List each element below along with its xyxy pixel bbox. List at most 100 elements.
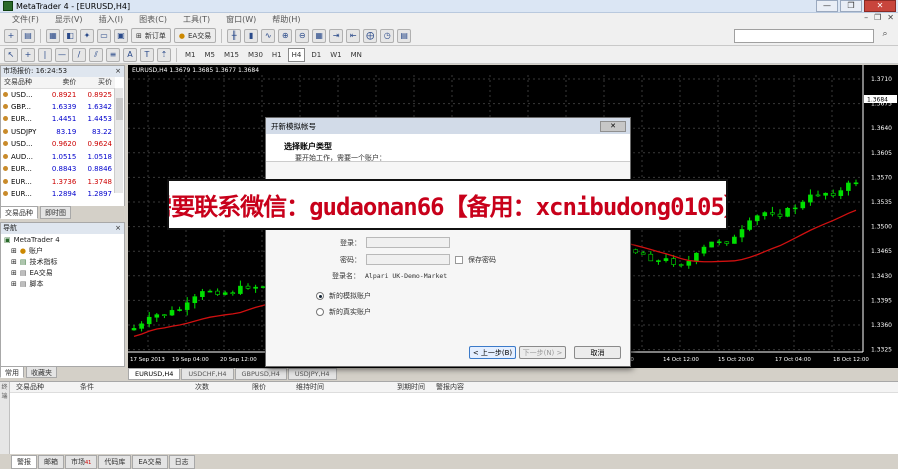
column-ask[interactable]: 买价 xyxy=(79,77,115,89)
timeframe-h1[interactable]: H1 xyxy=(269,48,285,62)
chart-shift-icon[interactable]: ⇤ xyxy=(346,28,361,43)
tab-favorites[interactable]: 收藏夹 xyxy=(26,366,57,378)
cancel-button[interactable]: 取消 xyxy=(574,346,621,359)
templates-icon[interactable]: ▤ xyxy=(397,28,412,43)
minimize-button[interactable]: — xyxy=(816,0,838,12)
market-watch-row[interactable]: EUR... 1.2894 1.2897 xyxy=(1,188,115,201)
data-window-icon[interactable]: ◧ xyxy=(63,28,77,43)
column-symbol[interactable]: 交易品种 xyxy=(1,77,44,89)
tab-journal[interactable]: 日志 xyxy=(168,454,195,469)
fibonacci-icon[interactable]: ≡ xyxy=(106,47,120,62)
menu-insert[interactable]: 插入(I) xyxy=(91,14,132,25)
chart-tab-eurusd[interactable]: EURUSD,H4 xyxy=(128,368,181,380)
option-new-demo[interactable]: 新的模拟账户 xyxy=(316,291,371,301)
save-password-checkbox[interactable] xyxy=(455,255,463,264)
timeframe-h4[interactable]: H4 xyxy=(287,47,306,62)
menu-window[interactable]: 窗口(W) xyxy=(218,14,264,25)
nav-item-scripts[interactable]: ⊞ ▤ 脚本 xyxy=(1,278,124,289)
market-watch-scrollbar[interactable] xyxy=(114,88,123,193)
search-icon[interactable]: ⌕ xyxy=(878,29,892,43)
column-alert-message[interactable]: 警报内容 xyxy=(436,382,464,392)
mdi-close-button[interactable]: ✕ xyxy=(887,13,894,22)
chart-tab-gbpusd[interactable]: GBPUSD,H4 xyxy=(234,368,287,380)
nav-item-expert-advisors[interactable]: ⊞ ▤ EA交易 xyxy=(1,267,124,278)
auto-scroll-icon[interactable]: ⇥ xyxy=(329,28,344,43)
chart-tab-usdjpy[interactable]: USDJPY,H4 xyxy=(287,368,337,380)
zoom-in-icon[interactable]: ⊕ xyxy=(278,28,293,43)
column-counter[interactable]: 次数 xyxy=(195,382,209,392)
search-input[interactable] xyxy=(734,29,874,43)
crosshair-icon[interactable]: + xyxy=(21,47,35,62)
tab-symbols[interactable]: 交易品种 xyxy=(0,206,38,219)
close-window-button[interactable]: ✕ xyxy=(864,0,896,12)
radio-new-demo[interactable] xyxy=(316,292,324,300)
terminal-icon[interactable]: ▭ xyxy=(97,28,111,43)
channel-icon[interactable]: ⫽ xyxy=(89,47,103,62)
trendline-icon[interactable]: / xyxy=(72,47,86,62)
ea-trading-button[interactable]: ● EA交易 xyxy=(173,28,217,43)
timeframe-m15[interactable]: M15 xyxy=(221,48,242,62)
column-timeout[interactable]: 维持时间 xyxy=(296,382,324,392)
market-watch-close-icon[interactable]: × xyxy=(115,66,124,77)
chart-tab-usdchf[interactable]: USDCHF,H4 xyxy=(181,368,234,380)
menu-charts[interactable]: 图表(C) xyxy=(131,14,175,25)
mdi-minimize-button[interactable]: – xyxy=(864,13,868,22)
new-chart-icon[interactable]: + xyxy=(4,28,18,43)
dialog-close-button[interactable]: ✕ xyxy=(600,120,626,132)
menu-file[interactable]: 文件(F) xyxy=(4,14,47,25)
column-bid[interactable]: 卖价 xyxy=(43,77,80,89)
tab-common[interactable]: 常用 xyxy=(0,366,24,378)
nav-item-metatrader[interactable]: ▣ MetaTrader 4 xyxy=(1,234,124,245)
candlestick-icon[interactable]: ▮ xyxy=(244,28,259,43)
navigator-close-icon[interactable]: × xyxy=(115,223,124,234)
login-field[interactable] xyxy=(366,237,450,248)
market-watch-row[interactable]: EUR... 0.8843 0.8846 xyxy=(1,163,115,176)
timeframe-m5[interactable]: M5 xyxy=(202,48,219,62)
market-watch-row[interactable]: GBP... 1.6339 1.6342 xyxy=(1,101,115,114)
tab-market[interactable]: 市场41 xyxy=(65,454,98,469)
radio-new-real[interactable] xyxy=(316,308,324,316)
tab-code-base[interactable]: 代码库 xyxy=(98,454,132,469)
profiles-icon[interactable]: ▤ xyxy=(21,28,35,43)
vertical-line-icon[interactable]: | xyxy=(38,47,52,62)
line-chart-icon[interactable]: ∿ xyxy=(261,28,276,43)
password-field[interactable] xyxy=(366,254,450,265)
horizontal-line-icon[interactable]: — xyxy=(55,47,69,62)
zoom-out-icon[interactable]: ⊖ xyxy=(295,28,310,43)
back-button[interactable]: < 上一步(B) xyxy=(469,346,516,359)
timeframe-w1[interactable]: W1 xyxy=(327,48,344,62)
new-order-button[interactable]: ⊞ 新订单 xyxy=(131,28,171,43)
nav-item-indicators[interactable]: ⊞ ▤ 技术指标 xyxy=(1,256,124,267)
column-symbol[interactable]: 交易品种 xyxy=(16,382,44,392)
market-watch-row[interactable]: EUR... 1.3736 1.3748 xyxy=(1,176,115,189)
column-condition[interactable]: 条件 xyxy=(80,382,94,392)
column-limit[interactable]: 限价 xyxy=(252,382,266,392)
column-expiration[interactable]: 到期时间 xyxy=(397,382,425,392)
text-label-icon[interactable]: T xyxy=(140,47,154,62)
cursor-icon[interactable]: ↖ xyxy=(4,47,18,62)
tab-alerts[interactable]: 警报 xyxy=(11,454,37,469)
mdi-restore-button[interactable]: ❐ xyxy=(874,13,881,22)
market-watch-row[interactable]: USD... 0.9620 0.9624 xyxy=(1,138,115,151)
market-watch-icon[interactable]: ▦ xyxy=(46,28,60,43)
periods-icon[interactable]: ◷ xyxy=(380,28,395,43)
tab-tick-chart[interactable]: 即时图 xyxy=(40,206,71,219)
menu-help[interactable]: 帮助(H) xyxy=(264,14,308,25)
nav-item-accounts[interactable]: ⊞ ● 账户 xyxy=(1,245,124,256)
navigator-icon[interactable]: ✦ xyxy=(80,28,94,43)
option-new-real[interactable]: 新的真实账户 xyxy=(316,307,371,317)
market-watch-row[interactable]: USD... 0.8921 0.8925 xyxy=(1,88,115,101)
timeframe-mn[interactable]: MN xyxy=(348,48,365,62)
next-button[interactable]: 下一步(N) > xyxy=(519,346,566,359)
timeframe-m1[interactable]: M1 xyxy=(182,48,199,62)
maximize-button[interactable]: ❐ xyxy=(840,0,862,12)
indicators-icon[interactable]: ⨁ xyxy=(363,28,378,43)
tile-windows-icon[interactable]: ▦ xyxy=(312,28,327,43)
text-icon[interactable]: A xyxy=(123,47,137,62)
timeframe-m30[interactable]: M30 xyxy=(245,48,266,62)
tab-mailbox[interactable]: 邮箱 xyxy=(38,454,64,469)
bar-chart-icon[interactable]: ╫ xyxy=(227,28,242,43)
market-watch-row[interactable]: EUR... 1.4451 1.4453 xyxy=(1,113,115,126)
strategy-tester-icon[interactable]: ▣ xyxy=(114,28,128,43)
tab-experts[interactable]: EA交易 xyxy=(132,454,168,469)
